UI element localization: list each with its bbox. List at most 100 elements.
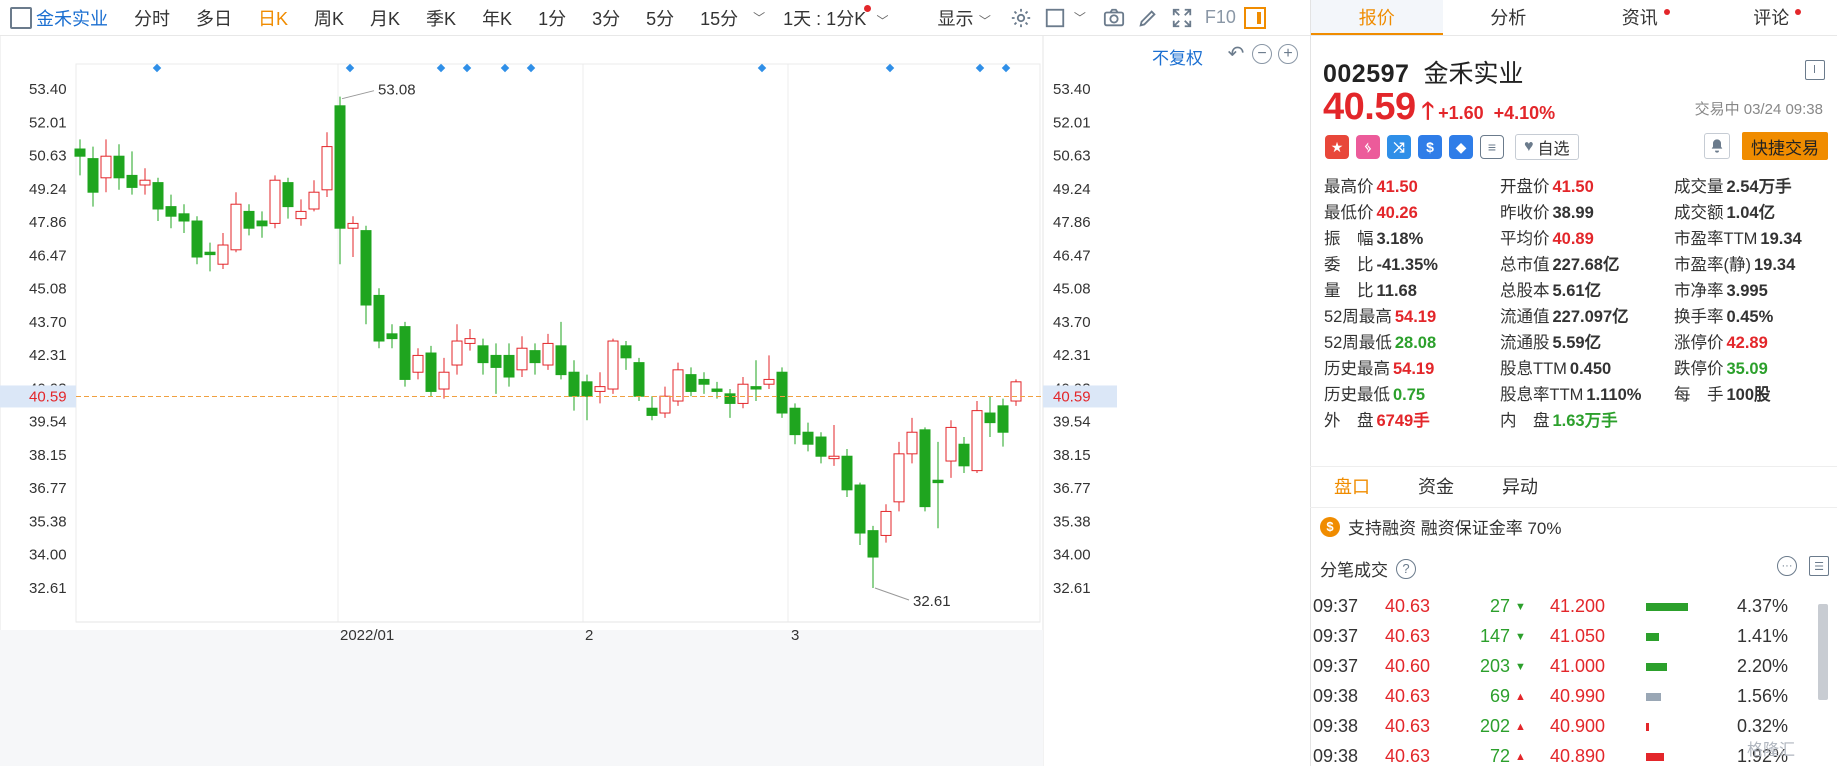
candle-body[interactable] (139, 179, 151, 186)
candle-body[interactable] (256, 220, 268, 227)
period-tab[interactable]: 年K (469, 5, 525, 31)
event-marker-icon[interactable] (975, 63, 985, 73)
event-marker-icon[interactable] (885, 63, 895, 73)
dollar-icon[interactable]: $ (1418, 135, 1442, 159)
detail-panel-icon[interactable] (1805, 60, 1825, 80)
period-tab[interactable]: 分时 (121, 5, 183, 31)
panel-tab[interactable]: 分析 (1443, 0, 1575, 35)
event-marker-icon[interactable] (526, 63, 536, 73)
candle-body[interactable] (217, 244, 229, 265)
candle-body[interactable] (802, 431, 814, 445)
candle-body[interactable] (750, 386, 762, 390)
candle-body[interactable] (854, 484, 866, 534)
candle-body[interactable] (503, 354, 515, 378)
candle-body[interactable] (724, 393, 736, 404)
help-icon[interactable]: ? (1396, 558, 1416, 579)
candle-body[interactable] (659, 395, 671, 414)
candle-body[interactable] (425, 352, 437, 392)
candle-body[interactable] (334, 105, 346, 229)
notes-icon[interactable]: ≡ (1480, 135, 1504, 159)
panel-tab[interactable]: 评论 (1706, 0, 1837, 35)
candle-body[interactable] (919, 429, 931, 508)
zoom-out-icon[interactable]: − (1252, 44, 1272, 64)
candle-body[interactable] (451, 340, 463, 366)
zoom-in-icon[interactable]: + (1278, 44, 1298, 64)
period-tab[interactable]: 3分 (579, 5, 633, 31)
period-tab[interactable]: 月K (357, 5, 413, 31)
kline-chart[interactable]: 53.40 53.40 52.01 52.01 50.63 50.63 49.24 49.24… (0, 36, 1310, 766)
sub-tab[interactable]: 盘口 (1310, 467, 1394, 507)
candle-body[interactable] (295, 210, 307, 220)
candle-body[interactable] (308, 191, 320, 210)
candle-body[interactable] (269, 179, 281, 224)
candle-body[interactable] (958, 443, 970, 467)
panel-toggle-icon[interactable] (1243, 6, 1266, 29)
candle-body[interactable] (971, 410, 983, 472)
candle-body[interactable] (880, 510, 892, 536)
candle-body[interactable] (698, 378, 710, 385)
candle-body[interactable] (685, 374, 697, 392)
running-man-icon[interactable]: ᛃ (1356, 135, 1380, 159)
adjust-button[interactable]: 不复权 (1152, 44, 1203, 69)
chevron-down-icon[interactable]: ﹀ (753, 9, 765, 26)
candle-body[interactable] (906, 431, 918, 455)
candle-body[interactable] (1010, 381, 1022, 402)
settings-gear-icon[interactable] (1007, 4, 1035, 32)
period-tab[interactable]: 多日 (183, 5, 245, 31)
candle-body[interactable] (529, 350, 541, 364)
candle-body[interactable] (828, 455, 840, 460)
sub-tab[interactable]: 异动 (1478, 467, 1562, 507)
event-marker-icon[interactable] (1001, 63, 1011, 73)
candle-body[interactable] (542, 342, 554, 366)
f10-button[interactable]: F10 (1205, 7, 1236, 28)
tick-list[interactable]: 09:37 40.63 27 ▼ 41.200 4.37% 09:37 40.63 147 ▼ 41… (1310, 592, 1810, 766)
candle-body[interactable] (347, 222, 359, 229)
candle-body[interactable] (516, 347, 528, 371)
stock-name-link[interactable]: 金禾实业 (32, 5, 121, 31)
candle-body[interactable] (438, 371, 450, 390)
candle-body[interactable] (412, 354, 424, 373)
candle-body[interactable] (373, 294, 385, 342)
period-tab[interactable]: 15分 (687, 5, 751, 31)
candle-body[interactable] (204, 251, 216, 256)
candle-body[interactable] (126, 174, 138, 188)
list-view-icon[interactable]: ☰ (1809, 556, 1829, 576)
panel-tab[interactable]: 报价 (1311, 0, 1443, 35)
candle-body[interactable] (945, 426, 957, 462)
more-options-icon[interactable]: ··· (1777, 556, 1797, 576)
event-marker-icon[interactable] (462, 63, 472, 73)
event-marker-icon[interactable] (757, 63, 767, 73)
square-select-icon[interactable] (1041, 4, 1069, 32)
candle-body[interactable] (74, 148, 86, 157)
fullscreen-icon[interactable] (1168, 4, 1196, 32)
candle-body[interactable] (620, 345, 632, 359)
scrollbar-thumb[interactable] (1818, 604, 1828, 700)
undo-icon[interactable]: ↶ (1226, 44, 1246, 64)
multi-period-select[interactable]: 1天 : 1分K ﹀ (765, 4, 901, 31)
display-select[interactable]: 显示 ﹀ (902, 5, 1004, 31)
candle-body[interactable] (386, 333, 398, 340)
candle-body[interactable] (737, 383, 749, 404)
candle-body[interactable] (178, 213, 190, 222)
candle-body[interactable] (87, 158, 99, 193)
candle-body[interactable] (997, 405, 1009, 433)
panel-tab[interactable]: 资讯 (1574, 0, 1706, 35)
candle-body[interactable] (191, 220, 203, 258)
candle-body[interactable] (867, 530, 879, 558)
camera-icon[interactable] (1100, 4, 1128, 32)
event-marker-icon[interactable] (345, 63, 355, 73)
candle-body[interactable] (243, 210, 255, 229)
candle-body[interactable] (633, 362, 645, 397)
period-tab[interactable]: 季K (413, 5, 469, 31)
candle-body[interactable] (594, 386, 606, 392)
candle-body[interactable] (360, 230, 372, 306)
period-tab[interactable]: 1分 (525, 5, 579, 31)
candle-body[interactable] (464, 338, 476, 344)
candle-body[interactable] (555, 345, 567, 376)
candle-body[interactable] (321, 146, 333, 191)
china-flag-icon[interactable]: ★ (1325, 135, 1349, 159)
candle-body[interactable] (165, 206, 177, 217)
candle-body[interactable] (230, 203, 242, 251)
candle-body[interactable] (932, 479, 944, 484)
period-tab[interactable]: 5分 (633, 5, 687, 31)
